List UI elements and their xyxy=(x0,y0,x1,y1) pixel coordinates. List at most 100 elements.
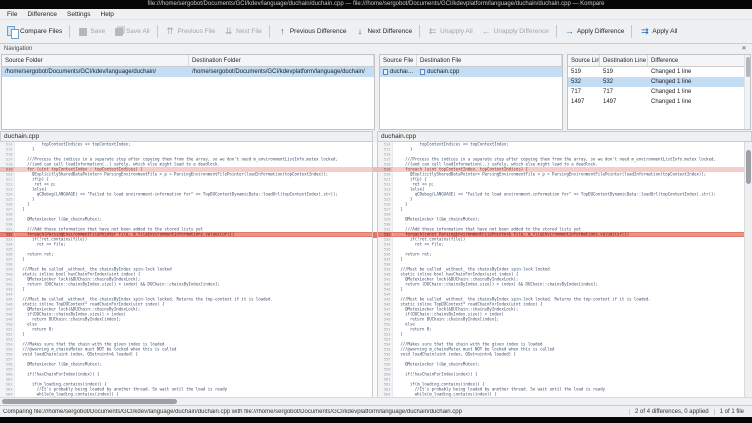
save-icon xyxy=(77,26,88,37)
source-pane-title: duchain.cpp xyxy=(0,131,373,142)
code-line: 531 ///Add those information that have n… xyxy=(378,227,744,232)
toolbar-separator xyxy=(419,25,420,38)
arrow-left-double-icon: ⇇ xyxy=(427,26,438,37)
desktop-strip xyxy=(0,417,752,423)
arrow-down-double-icon: ⇊ xyxy=(223,26,234,37)
destination-line-cell: 519 xyxy=(600,67,648,77)
source-line-header[interactable]: Source Line xyxy=(568,55,600,66)
code-text: foreach(ParsingEnvironmentFilePointer fi… xyxy=(15,233,372,237)
navigation-panel: Source Folder Destination Folder /home/s… xyxy=(0,54,752,131)
status-message: Comparing file:///home/sergobot/Document… xyxy=(3,409,629,415)
line-number: 531 xyxy=(0,227,15,232)
menu-bar: File Difference Settings Help xyxy=(0,9,752,20)
toolbar-button-label: Next Difference xyxy=(367,28,412,35)
toolbar-button-label: Save xyxy=(90,28,105,35)
arrow-right-double-icon: ⇉ xyxy=(639,26,650,37)
horizontal-scrollbar[interactable] xyxy=(0,397,752,405)
toolbar-button-label: Unapply All xyxy=(440,28,473,35)
files-count: 1 of 1 file xyxy=(714,409,749,415)
file-icon xyxy=(420,69,425,75)
toolbar-button-label: Previous Difference xyxy=(290,28,347,35)
kompare-window: file:///home/sergobot/Documents/GCI/kdev… xyxy=(0,0,752,423)
diff-list-row[interactable]: 532532Changed 1 line xyxy=(568,77,750,87)
differences-count: 2 of 4 differences, 0 applied xyxy=(629,409,714,415)
menu-help[interactable]: Help xyxy=(96,11,119,18)
toolbar-button-label: Compare Files xyxy=(20,28,62,35)
difference-header[interactable]: Difference xyxy=(648,55,750,66)
line-number: 532 xyxy=(0,233,15,237)
next-file-button[interactable]: ⇊Next File xyxy=(219,24,266,39)
save-all-button[interactable]: Save All xyxy=(109,24,154,39)
line-number: 532 xyxy=(378,233,393,237)
toolbar-button-label: Previous File xyxy=(178,28,216,35)
destination-file-cell: duchain.cpp xyxy=(417,67,562,77)
diff-list-row[interactable]: 717717Changed 1 line xyxy=(568,87,750,97)
apply-difference-button[interactable]: →Apply Difference xyxy=(560,24,629,39)
vertical-scrollbar-thumb[interactable] xyxy=(746,150,751,184)
arrow-up-double-icon: ⇈ xyxy=(165,26,176,37)
vertical-scrollbar[interactable] xyxy=(744,142,752,397)
destination-line-cell: 1497 xyxy=(600,97,648,107)
source-folder-path: /home/sergobot/Documents/GCI/kdev/langua… xyxy=(2,67,189,77)
file-icon xyxy=(383,69,388,75)
destination-line-cell: 717 xyxy=(600,87,648,97)
code-text: ///Add those information that have not b… xyxy=(15,227,372,232)
toolbar-separator xyxy=(157,25,158,38)
file-row[interactable]: duchain.cpp duchain.cpp xyxy=(380,67,562,77)
apply-all-button[interactable]: ⇉Apply All xyxy=(635,24,681,39)
diff-view: 514 topContextIndices << topContextIndex… xyxy=(0,142,752,397)
differences-list-panel: Source Line Destination Line Difference … xyxy=(567,54,751,130)
diff-list-body: 519519Changed 1 line532532Changed 1 line… xyxy=(568,67,750,107)
scrollbar-thumb[interactable] xyxy=(746,57,750,77)
destination-folder-path: /home/sergobot/Documents/GCI/kdevplatfor… xyxy=(189,67,374,77)
toolbar: Compare FilesSaveSave All⇈Previous File⇊… xyxy=(0,20,752,44)
differences-list-scrollbar[interactable] xyxy=(744,55,750,129)
toolbar-separator xyxy=(69,25,70,38)
unapply-difference-button[interactable]: ←Unapply Difference xyxy=(477,24,553,39)
toolbar-button-label: Unapply Difference xyxy=(494,28,549,35)
next-difference-button[interactable]: ↓Next Difference xyxy=(350,24,416,39)
difference-cell: Changed 1 line xyxy=(648,87,750,97)
line-number: 531 xyxy=(378,227,393,232)
source-line-cell: 1497 xyxy=(568,97,600,107)
source-pane-code: 514 topContextIndices << topContextIndex… xyxy=(0,142,372,397)
destination-folder-header[interactable]: Destination Folder xyxy=(189,55,374,66)
save-all-icon xyxy=(113,26,124,37)
folder-row[interactable]: /home/sergobot/Documents/GCI/kdev/langua… xyxy=(2,67,374,77)
window-title: file:///home/sergobot/Documents/GCI/kdev… xyxy=(0,0,752,9)
menu-file[interactable]: File xyxy=(2,11,22,18)
toolbar-button-label: Apply Difference xyxy=(577,28,625,35)
destination-pane: 514 topContextIndices << topContextIndex… xyxy=(377,142,744,397)
source-line-cell: 532 xyxy=(568,77,600,87)
destination-file-header[interactable]: Destination File xyxy=(417,55,562,66)
menu-difference[interactable]: Difference xyxy=(22,11,62,18)
source-file-name: duchain.cpp xyxy=(390,69,414,75)
files-panel: Source File Destination File duchain.cpp… xyxy=(379,54,563,130)
source-folder-header[interactable]: Source Folder xyxy=(2,55,189,66)
menu-settings[interactable]: Settings xyxy=(62,11,96,18)
navigation-dock-header: Navigation ✕ xyxy=(0,44,752,54)
folders-header: Source Folder Destination Folder xyxy=(2,55,374,67)
files-header: Source File Destination File xyxy=(380,55,562,67)
compare-files-icon xyxy=(7,26,18,37)
toolbar-button-label: Save All xyxy=(126,28,150,35)
horizontal-scrollbar-thumb[interactable] xyxy=(2,399,177,404)
arrow-left-icon: ← xyxy=(481,26,492,37)
source-file-header[interactable]: Source File xyxy=(380,55,417,66)
differences-list-header: Source Line Destination Line Difference xyxy=(568,55,750,67)
unapply-all-button[interactable]: ⇇Unapply All xyxy=(423,24,477,39)
difference-cell: Changed 1 line xyxy=(648,77,750,87)
diff-list-row[interactable]: 519519Changed 1 line xyxy=(568,67,750,77)
compare-files-button[interactable]: Compare Files xyxy=(3,24,66,39)
toolbar-separator xyxy=(269,25,270,38)
code-text: foreach(const ParsingEnvironmentFilePoin… xyxy=(393,233,744,237)
diff-list-row[interactable]: 14971497Changed 1 line xyxy=(568,97,750,107)
previous-difference-button[interactable]: ↑Previous Difference xyxy=(273,24,351,39)
dock-close-icon[interactable]: ✕ xyxy=(740,45,748,53)
code-text: ///Add those information that have not b… xyxy=(393,227,744,232)
destination-pane-title: duchain.cpp xyxy=(377,131,752,142)
navigation-dock-title: Navigation xyxy=(4,46,740,52)
destination-line-header[interactable]: Destination Line xyxy=(600,55,648,66)
save-button[interactable]: Save xyxy=(73,24,109,39)
previous-file-button[interactable]: ⇈Previous File xyxy=(161,24,220,39)
